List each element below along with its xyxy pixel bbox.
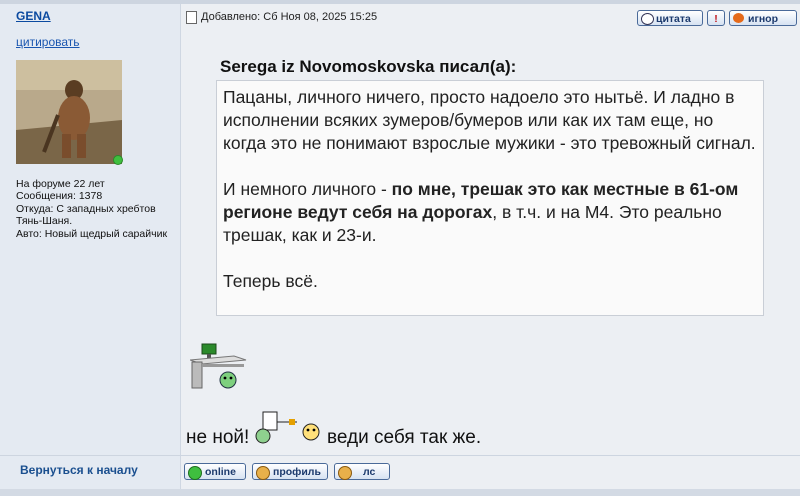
post-date: Добавлено: Сб Ноя 08, 2025 15:25 [201, 11, 378, 23]
quote-button[interactable]: цитата [637, 10, 703, 26]
info-location: Откуда: С западных хребтов [16, 202, 156, 215]
quote-author: Serega iz Novomoskovska писал(а): [220, 57, 517, 76]
post-icon [186, 11, 197, 24]
online-status-indicator [113, 155, 123, 165]
online-button[interactable]: online [184, 463, 246, 480]
quote-paragraph-3: Теперь всё. [223, 271, 318, 291]
ignore-icon [733, 13, 744, 23]
report-button-label: ! [714, 13, 718, 25]
quote-button-label: цитата [656, 13, 691, 25]
ignore-button-label: игнор [748, 13, 778, 25]
quote-paragraph-1: Пацаны, личного ничего, просто надоело э… [223, 87, 756, 153]
footer-divider [0, 455, 800, 456]
online-button-label: online [205, 466, 236, 478]
back-to-top-link[interactable]: Вернуться к началу [20, 463, 138, 477]
author-username[interactable]: GENA [16, 9, 51, 23]
quote-link[interactable]: цитировать [16, 35, 80, 49]
caveman-avatar-image [16, 60, 122, 164]
fight-smileys-icon [255, 411, 320, 444]
user-icon [256, 466, 270, 480]
quote-paragraph-2: И немного личного - по мне, трешак это к… [223, 178, 757, 247]
info-message-count: Сообщения: 1378 [16, 190, 103, 203]
speech-bubble-icon [641, 13, 654, 25]
computer-smiley-icon [190, 343, 247, 389]
author-panel: GENA цитировать На форуме 22 лет Сообщен… [0, 0, 181, 496]
profile-button-label: профиль [273, 466, 321, 478]
online-icon [188, 466, 202, 480]
ignore-button[interactable]: игнор [729, 10, 797, 26]
avatar [16, 60, 122, 164]
quote-p2-start: И немного личного - [223, 179, 392, 199]
pm-button-label: лс [363, 466, 376, 478]
post-text-2: веди себя так же. [327, 427, 482, 448]
users-icon [338, 466, 352, 480]
info-forum-age: На форуме 22 лет [16, 178, 105, 190]
profile-button[interactable]: профиль [252, 463, 328, 480]
info-car: Авто: Новый щедрый сарайчик [16, 227, 168, 240]
pm-button[interactable]: лс [334, 463, 390, 480]
author-info: На форуме 22 лет Сообщения: 1378 Откуда:… [16, 178, 167, 240]
forum-post: GENA цитировать На форуме 22 лет Сообщен… [0, 0, 800, 496]
top-divider [0, 0, 800, 4]
info-location-cont: Тянь-Шаня. [16, 215, 73, 228]
report-button[interactable]: ! [707, 10, 725, 26]
quote-box: Пацаны, личного ничего, просто надоело э… [216, 80, 764, 316]
footer-strip [0, 489, 800, 496]
post-text-1: не ной! [186, 427, 250, 448]
